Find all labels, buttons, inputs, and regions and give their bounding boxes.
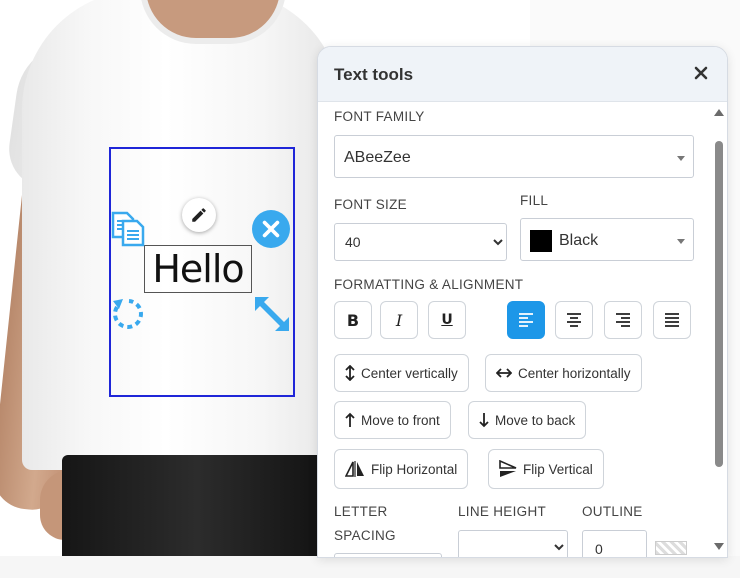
outline-color-picker[interactable] — [655, 541, 687, 555]
outline-label: OUTLINE — [582, 504, 643, 519]
rotate-icon[interactable] — [108, 292, 150, 334]
close-icon[interactable] — [689, 61, 713, 85]
center-vertically-label: Center vertically — [361, 365, 458, 381]
line-height-label: LINE HEIGHT — [458, 504, 547, 519]
horizontal-arrows-icon — [496, 368, 512, 378]
center-horizontally-label: Center horizontally — [518, 365, 631, 381]
align-left-button[interactable] — [507, 301, 545, 339]
letter-spacing-label-line1: LETTER — [334, 504, 388, 519]
flip-horizontal-button[interactable]: Flip Horizontal — [334, 449, 469, 489]
edit-pencil-icon[interactable] — [182, 198, 216, 232]
flip-vertical-label: Flip Vertical — [523, 461, 593, 477]
flip-horizontal-icon — [345, 461, 365, 477]
panel-title: Text tools — [334, 65, 414, 84]
bold-button[interactable]: B — [334, 301, 372, 339]
flip-horizontal-label: Flip Horizontal — [371, 461, 458, 477]
chevron-down-icon — [677, 239, 685, 244]
font-size-select[interactable]: 40 — [334, 223, 507, 261]
chevron-down-icon — [677, 156, 685, 161]
move-to-back-label: Move to back — [495, 412, 576, 428]
move-to-front-label: Move to front — [361, 412, 440, 428]
duplicate-icon[interactable] — [108, 208, 150, 250]
flip-vertical-button[interactable]: Flip Vertical — [488, 449, 604, 489]
outline-width-input[interactable]: 0 — [582, 530, 647, 557]
resize-icon[interactable] — [250, 292, 294, 336]
panel-header: Text tools — [318, 47, 727, 102]
align-justify-button[interactable] — [653, 301, 691, 339]
font-size-label: FONT SIZE — [334, 197, 407, 212]
align-left-icon — [519, 313, 533, 327]
fill-color-value: Black — [559, 232, 599, 249]
model-pants — [62, 455, 332, 556]
panel-scrollbar[interactable] — [712, 103, 726, 557]
background-strip — [0, 556, 740, 578]
align-center-button[interactable] — [555, 301, 593, 339]
delete-object-icon[interactable] — [252, 210, 290, 248]
scroll-up-arrow-icon[interactable] — [714, 109, 724, 116]
arrow-down-icon — [479, 412, 489, 428]
center-vertically-button[interactable]: Center vertically — [334, 354, 469, 392]
font-family-label: FONT FAMILY — [334, 109, 425, 124]
letter-spacing-input[interactable] — [334, 553, 442, 557]
center-horizontally-button[interactable]: Center horizontally — [485, 354, 642, 392]
line-height-select[interactable] — [458, 530, 568, 557]
fill-label: FILL — [520, 193, 549, 208]
align-center-icon — [567, 313, 581, 327]
scroll-down-arrow-icon[interactable] — [714, 543, 724, 550]
fill-color-swatch — [530, 230, 552, 252]
flip-vertical-icon — [499, 460, 517, 478]
align-right-icon — [616, 313, 630, 327]
move-to-back-button[interactable]: Move to back — [468, 401, 587, 439]
font-family-value: ABeeZee — [344, 149, 411, 166]
scroll-thumb[interactable] — [715, 141, 723, 467]
underline-button[interactable]: U — [428, 301, 466, 339]
letter-spacing-label-line2: SPACING — [334, 528, 396, 543]
outline-width-value: 0 — [595, 541, 603, 557]
design-text-object[interactable]: Hello — [144, 245, 252, 293]
move-to-front-button[interactable]: Move to front — [334, 401, 451, 439]
align-right-button[interactable] — [604, 301, 642, 339]
arrow-up-icon — [345, 412, 355, 428]
align-justify-icon — [665, 313, 679, 327]
vertical-arrows-icon — [345, 365, 355, 381]
formatting-label: FORMATTING & ALIGNMENT — [334, 277, 524, 292]
font-family-select[interactable]: ABeeZee — [334, 135, 694, 178]
italic-button[interactable]: I — [380, 301, 418, 339]
fill-color-select[interactable]: Black — [520, 218, 694, 261]
text-tools-panel: Text tools FONT FAMILY ABeeZee FONT SIZE… — [317, 46, 728, 558]
